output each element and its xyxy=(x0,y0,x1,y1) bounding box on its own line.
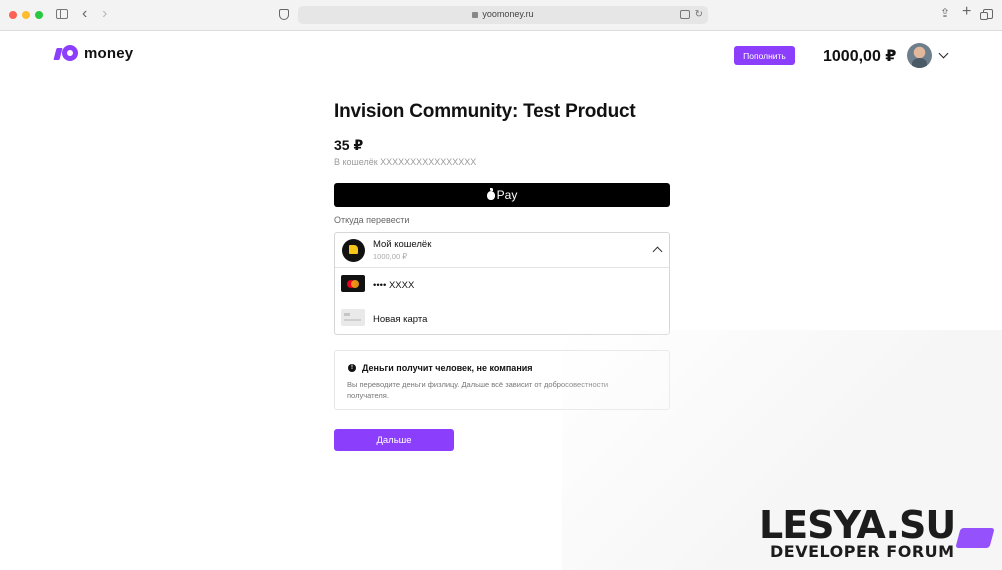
avatar[interactable] xyxy=(907,43,932,68)
page-title: Invision Community: Test Product xyxy=(334,101,636,122)
address-bar[interactable]: yoomoney.ru ↻ xyxy=(298,6,708,24)
source-selected[interactable]: Мой кошелёк 1000,00 ₽ xyxy=(335,233,669,268)
next-button[interactable]: Дальше xyxy=(334,429,454,451)
url-text: yoomoney.ru xyxy=(482,9,534,19)
card-icon xyxy=(341,309,365,326)
watermark-title: LESYA.SU xyxy=(759,503,956,547)
new-tab-icon[interactable]: + xyxy=(962,4,971,20)
apple-pay-label: Pay xyxy=(496,188,518,202)
topup-button[interactable]: Пополнить xyxy=(734,46,795,65)
exclamation-icon: ! xyxy=(348,364,356,372)
wallet-balance: 1000,00 ₽ xyxy=(823,48,897,65)
forward-arrow-icon[interactable]: › xyxy=(102,6,107,22)
source-option-label: •••• XXXX xyxy=(373,280,415,291)
recipient-wallet: В кошелёк XXXXXXXXXXXXXXXX xyxy=(334,157,477,167)
source-selected-title: Мой кошелёк xyxy=(373,239,432,250)
close-window-button[interactable] xyxy=(9,11,17,19)
watermark-subtitle: DEVELOPER FORUM xyxy=(770,542,955,561)
source-option-label: Новая карта xyxy=(373,314,428,325)
translate-icon[interactable] xyxy=(680,10,690,19)
payment-amount: 35 ₽ xyxy=(334,137,364,153)
tab-overview-icon[interactable] xyxy=(980,9,993,20)
chevron-down-icon[interactable] xyxy=(938,48,949,59)
share-icon[interactable]: ⇪ xyxy=(940,6,950,20)
url-display: yoomoney.ru xyxy=(298,9,708,19)
source-option-card[interactable]: •••• XXXX xyxy=(335,268,669,302)
logo-mark-icon xyxy=(53,45,79,61)
source-label: Откуда перевести xyxy=(334,215,410,225)
warning-title: Деньги получит человек, не компания xyxy=(362,363,533,373)
payment-source-dropdown: Мой кошелёк 1000,00 ₽ •••• XXXX Новая ка… xyxy=(334,232,670,335)
wallet-icon xyxy=(342,239,365,262)
zoom-window-button[interactable] xyxy=(35,11,43,19)
apple-pay-button[interactable]: Pay xyxy=(334,183,670,207)
chevron-up-icon[interactable] xyxy=(652,246,663,257)
reload-icon[interactable]: ↻ xyxy=(695,9,703,20)
watermark-accent xyxy=(955,528,995,548)
source-selected-balance: 1000,00 ₽ xyxy=(373,252,407,261)
logo-text: money xyxy=(84,44,134,62)
browser-toolbar: ‹ › yoomoney.ru ↻ ⇪ + xyxy=(0,0,1002,31)
back-arrow-icon[interactable]: ‹ xyxy=(82,6,87,22)
privacy-shield-icon[interactable] xyxy=(279,9,289,20)
sidebar-toggle-icon[interactable] xyxy=(56,9,68,19)
apple-icon xyxy=(486,187,495,200)
lock-icon xyxy=(472,12,479,18)
minimize-window-button[interactable] xyxy=(22,11,30,19)
yoomoney-logo[interactable]: money xyxy=(53,43,134,63)
mastercard-icon xyxy=(341,275,365,292)
